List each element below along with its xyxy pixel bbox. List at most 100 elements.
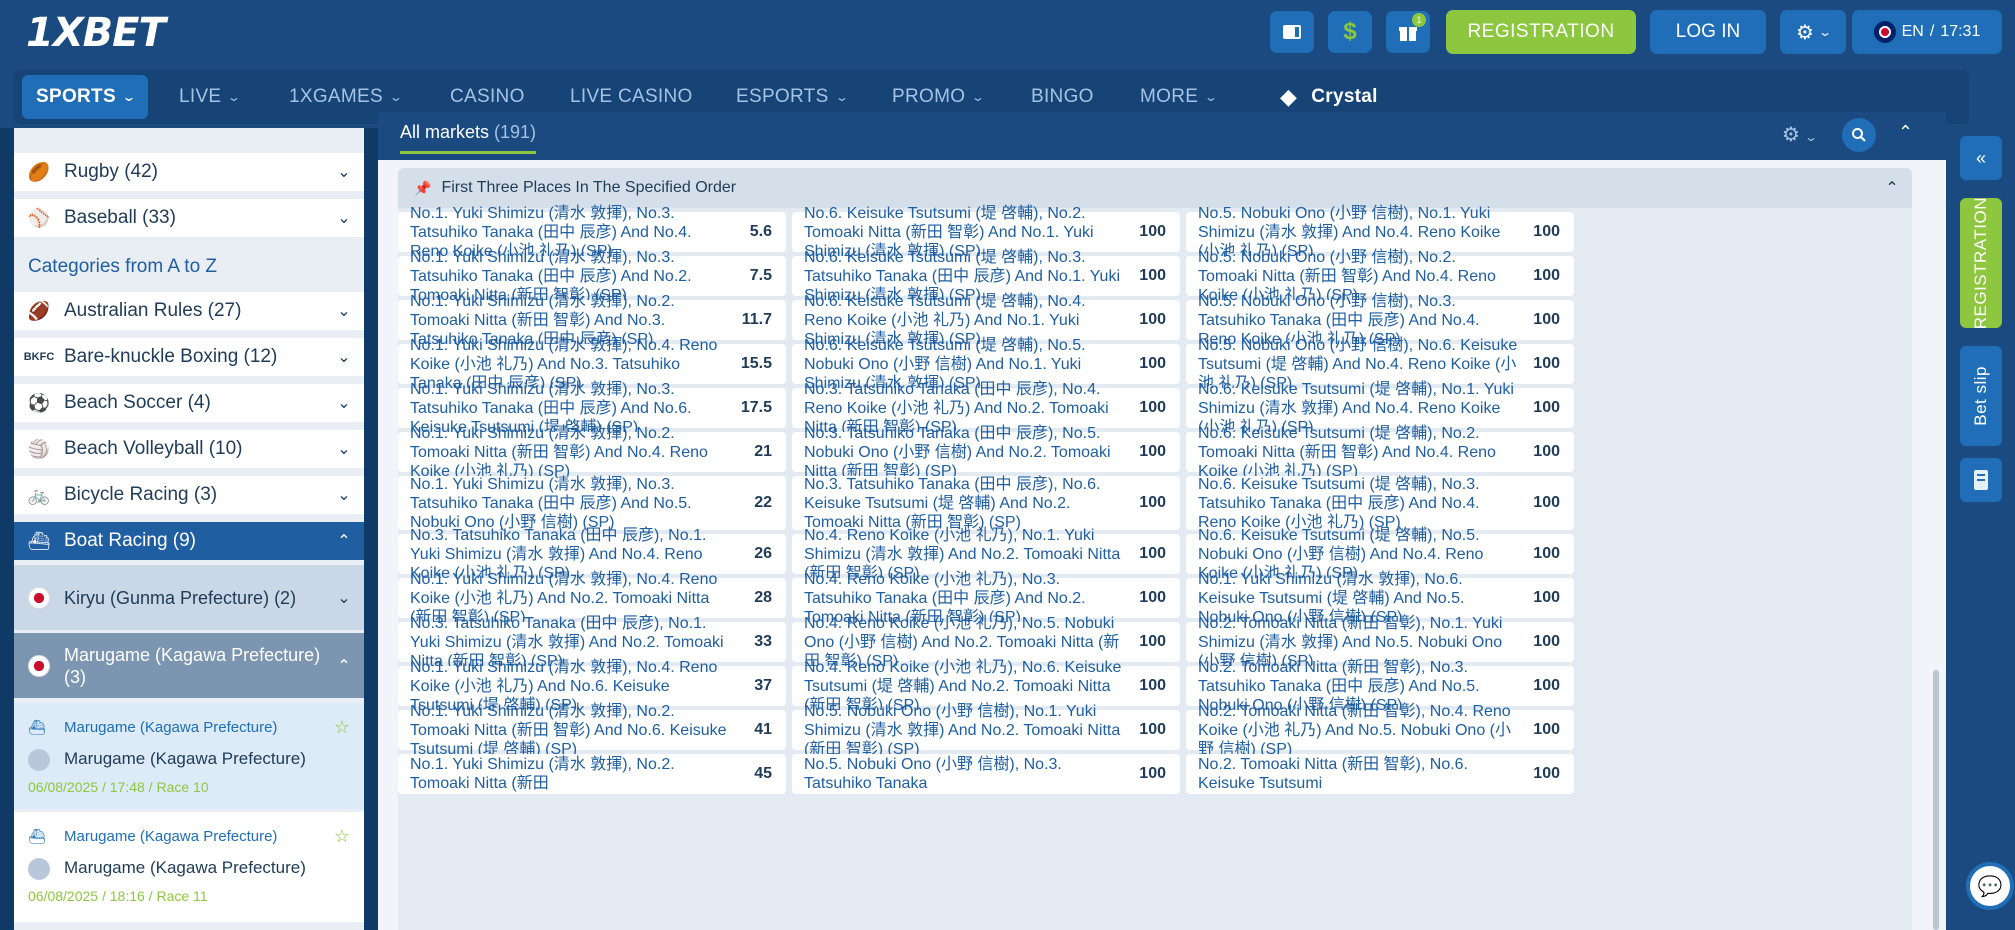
odds-value: 100 xyxy=(1533,399,1560,416)
odds-cell[interactable]: No.5. Nobuki Ono (小野 信樹), No.3. Tatsuhik… xyxy=(792,754,1180,794)
odds-cell[interactable]: No.5. Nobuki Ono (小野 信樹), No.1. Yuki Shi… xyxy=(792,703,1180,758)
odds-cell[interactable]: No.5. Nobuki Ono (小野 信樹), No.2. Tomoaki … xyxy=(1186,249,1574,304)
odds-value: 100 xyxy=(1533,355,1560,372)
chevron-down-icon[interactable]: ⌄ xyxy=(324,393,364,413)
odds-cell[interactable]: No.1. Yuki Shimizu (清水 敦揮), No.3. Tatsuh… xyxy=(398,249,786,304)
chevron-up-icon[interactable]: ⌃ xyxy=(324,531,364,551)
login-button[interactable]: LOG IN xyxy=(1650,10,1766,54)
collapse-rail-button[interactable]: « xyxy=(1960,136,2002,180)
chevron-up-icon[interactable]: ⌃ xyxy=(324,656,364,676)
sidebar-league-kiryu[interactable]: Kiryu (Gunma Prefecture) (2) ⌄ xyxy=(14,565,364,633)
odds-cell[interactable]: No.1. Yuki Shimizu (清水 敦揮), No.2. Tomoak… xyxy=(398,425,786,480)
sidebar-item-beach-volleyball[interactable]: 🏐 Beach Volleyball (10) ⌄ xyxy=(14,430,364,472)
sidebar-item-label: Beach Volleyball (10) xyxy=(64,438,243,459)
sidebar-item-beach-soccer[interactable]: ⚽ Beach Soccer (4) ⌄ xyxy=(14,384,364,426)
odds-cell[interactable]: No.5. Nobuki Ono (小野 信樹), No.6. Keisuke … xyxy=(1186,337,1574,392)
chevron-down-icon[interactable]: ⌄ xyxy=(324,439,364,459)
odds-cell[interactable]: No.1. Yuki Shimizu (清水 敦揮), No.2. Tomoak… xyxy=(398,293,786,348)
sidebar-item-bicycle-racing[interactable]: 🚲 Bicycle Racing (3) ⌄ xyxy=(14,476,364,518)
chevron-down-icon[interactable]: ⌄ xyxy=(324,162,364,182)
event-card[interactable]: ⛴ Marugame (Kagawa Prefecture) ☆ Marugam… xyxy=(14,703,364,809)
coupon-button[interactable] xyxy=(1960,458,2002,502)
odds-cell[interactable]: No.6. Keisuke Tsutsumi (堤 啓輔), No.4. Ren… xyxy=(792,293,1180,348)
event-league: Marugame (Kagawa Prefecture) xyxy=(64,719,278,736)
odds-cell[interactable]: No.4. Reno Koike (小池 礼乃), No.6. Keisuke … xyxy=(792,659,1180,714)
odds-cell[interactable]: No.6. Keisuke Tsutsumi (堤 啓輔), No.1. Yuk… xyxy=(1186,381,1574,436)
odds-cell[interactable]: No.3. Tatsuhiko Tanaka (田中 辰彦), No.1. Yu… xyxy=(398,527,786,582)
market-search-button[interactable] xyxy=(1842,118,1876,152)
odds-cell[interactable]: No.4. Reno Koike (小池 礼乃), No.3. Tatsuhik… xyxy=(792,571,1180,626)
outcome-label: No.1. Yuki Shimizu (清水 敦揮), No.2. Tomoak… xyxy=(410,756,675,792)
odds-cell[interactable]: No.1. Yuki Shimizu (清水 敦揮), No.3. Tatsuh… xyxy=(398,381,786,436)
market-group-title: First Three Places In The Specified Orde… xyxy=(441,179,737,196)
deposit-dollar-icon[interactable]: $ xyxy=(1328,11,1372,53)
chevron-down-icon[interactable]: ⌄ xyxy=(324,347,364,367)
pin-icon[interactable]: 📌 xyxy=(414,180,431,197)
sidebar-item-baseball[interactable]: ⚾ Baseball (33) ⌄ xyxy=(14,199,364,241)
collapse-all-icon[interactable]: ⌃ xyxy=(1898,122,1913,143)
odds-cell[interactable]: No.1. Yuki Shimizu (清水 敦揮), No.6. Keisuk… xyxy=(1186,571,1574,626)
chevron-down-icon[interactable]: ⌄ xyxy=(324,208,364,228)
odds-cell[interactable]: No.1. Yuki Shimizu (清水 敦揮), No.4. Reno K… xyxy=(398,659,786,714)
chevron-down-icon[interactable]: ⌄ xyxy=(324,301,364,321)
market-settings-button[interactable]: ⚙ ⌄ xyxy=(1782,122,1818,147)
odds-cell[interactable]: No.1. Yuki Shimizu (清水 敦揮), No.2. Tomoak… xyxy=(398,754,786,794)
registration-button[interactable]: REGISTRATION xyxy=(1446,10,1636,54)
odds-cell[interactable]: No.2. Tomoaki Nitta (新田 智彰), No.3. Tatsu… xyxy=(1186,659,1574,714)
chevron-up-icon[interactable]: ⌃ xyxy=(1872,178,1912,198)
tab-all-markets[interactable]: All markets (191) xyxy=(400,122,537,154)
odds-cell[interactable]: No.1. Yuki Shimizu (清水 敦揮), No.3. Tatsuh… xyxy=(398,476,786,531)
settings-button[interactable]: ⚙ ⌄ xyxy=(1780,10,1846,54)
sidebar-item-boat-racing[interactable]: ⛴ Boat Racing (9) ⌃ xyxy=(14,522,364,564)
outcome-label: No.6. Keisuke Tsutsumi (堤 啓輔), No.2. Tom… xyxy=(1198,424,1496,480)
odds-cell[interactable]: No.2. Tomoaki Nitta (新田 智彰), No.6. Keisu… xyxy=(1186,754,1574,794)
odds-cell[interactable]: No.3. Tatsuhiko Tanaka (田中 辰彦), No.4. Re… xyxy=(792,381,1180,436)
odds-cell[interactable]: No.3. Tatsuhiko Tanaka (田中 辰彦), No.5. No… xyxy=(792,425,1180,480)
sidebar-item-australian-rules[interactable]: 🏈 Australian Rules (27) ⌄ xyxy=(14,292,364,334)
chevron-down-icon[interactable]: ⌄ xyxy=(324,588,364,608)
odds-cell[interactable]: No.1. Yuki Shimizu (清水 敦揮), No.4. Reno K… xyxy=(398,571,786,626)
sidebar-item-bare-knuckle-boxing[interactable]: BKFC Bare-knuckle Boxing (12) ⌄ xyxy=(14,338,364,380)
odds-cell[interactable]: No.3. Tatsuhiko Tanaka (田中 辰彦), No.6. Ke… xyxy=(792,476,1180,531)
favorite-star-icon[interactable]: ☆ xyxy=(334,717,350,738)
market-group-header[interactable]: 📌 First Three Places In The Specified Or… xyxy=(398,168,1912,208)
odds-cell[interactable]: No.6. Keisuke Tsutsumi (堤 啓輔), No.3. Tat… xyxy=(1186,476,1574,531)
top-bar: 1XBET $ 1 REGISTRATION LOG IN ⚙ ⌄ EN / 1… xyxy=(0,0,2015,64)
odds-cell[interactable]: No.3. Tatsuhiko Tanaka (田中 辰彦), No.1. Yu… xyxy=(398,615,786,670)
event-card[interactable]: ⛴ Marugame (Kagawa Prefecture) ☆ Marugam… xyxy=(14,812,364,922)
sidebar-item-label: Australian Rules (27) xyxy=(64,300,242,321)
odds-value: 100 xyxy=(1139,677,1166,694)
odds-value: 21 xyxy=(754,443,772,460)
odds-cell[interactable]: No.6. Keisuke Tsutsumi (堤 啓輔), No.2. Tom… xyxy=(1186,425,1574,480)
odds-cell[interactable]: No.2. Tomoaki Nitta (新田 智彰), No.1. Yuki … xyxy=(1186,615,1574,670)
odds-cell[interactable]: No.6. Keisuke Tsutsumi (堤 啓輔), No.3. Tat… xyxy=(792,249,1180,304)
scrollbar-thumb[interactable] xyxy=(1933,670,1939,930)
odds-cell[interactable]: No.1. Yuki Shimizu (清水 敦揮), No.2. Tomoak… xyxy=(398,703,786,758)
chevron-down-icon[interactable]: ⌄ xyxy=(324,485,364,505)
mobile-app-icon[interactable] xyxy=(1270,11,1314,53)
gift-icon[interactable]: 1 xyxy=(1386,11,1430,53)
nav-live[interactable]: LIVE ⌄ xyxy=(179,70,241,124)
odds-cell[interactable]: No.1. Yuki Shimizu (清水 敦揮), No.3. Tatsuh… xyxy=(398,205,786,260)
odds-cell[interactable]: No.2. Tomoaki Nitta (新田 智彰), No.4. Reno … xyxy=(1186,703,1574,758)
brand-logo[interactable]: 1XBET xyxy=(26,10,166,56)
language-time-button[interactable]: EN / 17:31 xyxy=(1852,10,2002,54)
right-rail: « REGISTRATION Bet slip xyxy=(1946,128,2015,930)
odds-cell[interactable]: No.6. Keisuke Tsutsumi (堤 啓輔), No.5. Nob… xyxy=(792,337,1180,392)
sidebar-league-marugame[interactable]: Marugame (Kagawa Prefecture) (3) ⌃ xyxy=(14,633,364,701)
odds-cell[interactable]: No.5. Nobuki Ono (小野 信樹), No.3. Tatsuhik… xyxy=(1186,293,1574,348)
gear-icon: ⚙ xyxy=(1782,124,1800,146)
odds-cell[interactable]: No.5. Nobuki Ono (小野 信樹), No.1. Yuki Shi… xyxy=(1186,205,1574,260)
odds-cell[interactable]: No.6. Keisuke Tsutsumi (堤 啓輔), No.2. Tom… xyxy=(792,205,1180,260)
favorite-star-icon[interactable]: ☆ xyxy=(334,826,350,847)
odds-cell[interactable]: No.1. Yuki Shimizu (清水 敦揮), No.4. Reno K… xyxy=(398,337,786,392)
odds-cell[interactable]: No.4. Reno Koike (小池 礼乃), No.5. Nobuki O… xyxy=(792,615,1180,670)
odds-cell[interactable]: No.4. Reno Koike (小池 礼乃), No.1. Yuki Shi… xyxy=(792,527,1180,582)
support-chat-button[interactable]: 💬 xyxy=(1966,862,2014,910)
nav-sports[interactable]: SPORTS ⌄ xyxy=(22,75,149,119)
bet-slip-button[interactable]: Bet slip xyxy=(1960,346,2002,446)
odds-value: 100 xyxy=(1533,765,1560,782)
odds-cell[interactable]: No.6. Keisuke Tsutsumi (堤 啓輔), No.5. Nob… xyxy=(1186,527,1574,582)
sidebar-item-rugby[interactable]: 🏉 Rugby (42) ⌄ xyxy=(14,153,364,195)
rail-registration-button[interactable]: REGISTRATION xyxy=(1960,197,2002,329)
